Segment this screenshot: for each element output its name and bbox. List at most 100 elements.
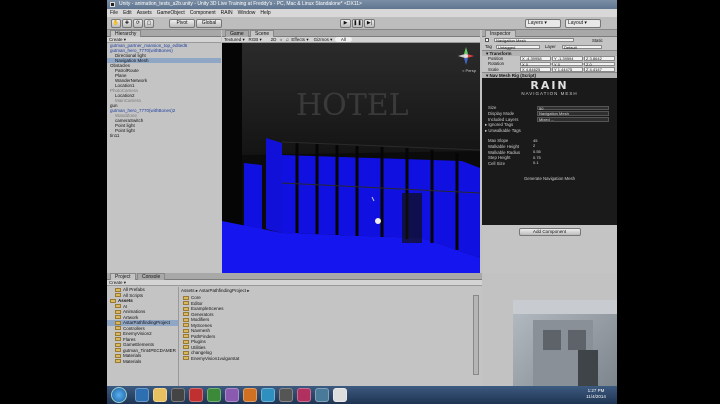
- folder-icon: [115, 359, 121, 363]
- rain-prop-field[interactable]: 50: [537, 105, 609, 111]
- hand-tool-icon[interactable]: ✋: [111, 19, 121, 28]
- app-icon-6[interactable]: [225, 388, 239, 402]
- app-icon-10[interactable]: [297, 388, 311, 402]
- layer-dropdown[interactable]: Default: [562, 44, 602, 50]
- move-tool-icon[interactable]: ✚: [122, 19, 132, 28]
- static-label[interactable]: Static: [592, 37, 603, 44]
- scale-tool-icon[interactable]: ▢: [144, 19, 154, 28]
- project-asset-item[interactable]: EnemyVision1vulgarstat: [183, 356, 473, 362]
- position-z-field[interactable]: Z 3.8642: [584, 56, 615, 61]
- media-icon[interactable]: [189, 388, 203, 402]
- project-tree-item[interactable]: Materials: [107, 359, 178, 365]
- tag-dropdown[interactable]: Untagged: [496, 44, 540, 50]
- persp-label[interactable]: < Persp: [462, 68, 476, 73]
- tab-inspector[interactable]: Inspector: [485, 30, 516, 37]
- hierarchy-panel: Hierarchy Create ▾ gutman_partner_mansio…: [107, 30, 221, 273]
- app-icon-8[interactable]: [261, 388, 275, 402]
- scene-search-input[interactable]: All: [334, 37, 352, 42]
- app-icon-9[interactable]: [279, 388, 293, 402]
- navmesh-rig-title: Nav Mesh Rig (Script): [489, 73, 537, 79]
- window-title: Unity - animation_tests_a2b.unity - Unit…: [119, 1, 362, 7]
- nav-prop-field[interactable]: 45: [532, 139, 572, 144]
- taskbar-clock[interactable]: 1:27 PM 11/4/2014: [579, 388, 613, 400]
- included-layers-dropdown[interactable]: Mixed ...: [537, 117, 609, 122]
- app-icon-11[interactable]: [315, 388, 329, 402]
- rotation-z-field[interactable]: Z 0: [584, 61, 615, 67]
- pause-button[interactable]: ❚❚: [352, 19, 363, 28]
- menu-gameobject[interactable]: GameObject: [157, 10, 185, 16]
- scale-z-field[interactable]: Z 4.4147: [584, 67, 615, 72]
- scale-x-field[interactable]: X 4.84625: [520, 67, 551, 72]
- active-checkbox[interactable]: [485, 38, 489, 42]
- gizmos-dropdown[interactable]: Gizmos: [314, 37, 329, 42]
- lighting-icon[interactable]: ☼: [279, 37, 283, 42]
- layout-dropdown[interactable]: Layout ▾: [565, 19, 601, 28]
- scene-tab-bar: Game Scene: [222, 30, 480, 37]
- rotation-x-field[interactable]: X 0: [520, 61, 551, 67]
- rain-prop-field[interactable]: Navigation Mesh: [537, 111, 609, 117]
- scene-viewport[interactable]: HOTEL < Persp: [222, 43, 480, 273]
- hierarchy-create-button[interactable]: Create: [109, 37, 123, 42]
- webcam-overlay: [513, 300, 617, 386]
- menu-file[interactable]: File: [110, 10, 118, 16]
- nav-prop-field[interactable]: 0.1: [532, 161, 572, 166]
- ie-icon[interactable]: [135, 388, 149, 402]
- tab-project[interactable]: Project: [110, 273, 136, 280]
- object-name-field[interactable]: Navigation Mesh: [494, 37, 574, 43]
- project-scrollbar[interactable]: [473, 295, 479, 375]
- effects-dropdown[interactable]: Effects: [291, 37, 305, 42]
- position-y-field[interactable]: Y -1.39594: [552, 56, 583, 61]
- project-panel: Project Console Create ▾ All Prefabs All …: [107, 273, 482, 386]
- rotation-y-field[interactable]: Y 0: [552, 61, 583, 67]
- folder-icon: [115, 331, 121, 336]
- step-button[interactable]: ▶|: [364, 19, 375, 28]
- rotate-tool-icon[interactable]: ⟳: [133, 19, 143, 28]
- project-asset-label: Modifiers: [191, 317, 210, 322]
- add-component-button[interactable]: Add Component: [518, 228, 581, 237]
- folder-icon: [183, 356, 189, 360]
- layers-dropdown[interactable]: Layers ▾: [525, 19, 561, 28]
- project-breadcrumb[interactable]: Assets ▸ AstarPathfindingProject ▸: [181, 287, 473, 294]
- play-button[interactable]: ▶: [340, 19, 351, 28]
- rotation-label: Rotation: [488, 61, 505, 67]
- scene-panel: Game Scene Textured ▾ RGB ▾ 2D ☼ ♫ Effec…: [222, 30, 480, 273]
- global-toggle[interactable]: Global: [196, 19, 222, 28]
- tab-game[interactable]: Game: [225, 30, 249, 37]
- unity-taskbar-icon[interactable]: [171, 388, 185, 402]
- hierarchy-item[interactable]: tin11: [107, 133, 221, 138]
- menu-component[interactable]: Component: [190, 10, 216, 16]
- shading-dropdown[interactable]: Textured: [224, 37, 241, 42]
- title-bar: Unity - animation_tests_a2b.unity - Unit…: [107, 0, 617, 9]
- project-create-button[interactable]: Create: [109, 280, 123, 285]
- menu-rain[interactable]: RAIN: [221, 10, 233, 16]
- tab-console[interactable]: Console: [136, 273, 166, 280]
- tag-layer-row: Tag Untagged Layer Default: [482, 44, 617, 50]
- rgb-dropdown[interactable]: RGB: [249, 37, 259, 42]
- mode-2d-toggle[interactable]: 2D: [271, 37, 277, 42]
- hierarchy-list: gutman_partner_mansion_top_edited6 gutman…: [107, 43, 221, 138]
- scene-gizmo-icon[interactable]: [456, 45, 476, 67]
- app-icon-12[interactable]: [333, 388, 347, 402]
- scale-y-field[interactable]: Y 1.44475: [552, 67, 583, 72]
- position-x-field[interactable]: X -4.39958: [520, 56, 551, 61]
- menu-window[interactable]: Window: [238, 10, 256, 16]
- start-button[interactable]: [111, 387, 127, 403]
- pivot-toggle[interactable]: Pivot: [169, 19, 195, 28]
- menu-edit[interactable]: Edit: [123, 10, 132, 16]
- explorer-icon[interactable]: [153, 388, 167, 402]
- folder-icon: [115, 315, 121, 319]
- audio-icon[interactable]: ♫: [285, 37, 288, 42]
- nav-prop-field[interactable]: 0.55: [532, 150, 572, 155]
- unwalkable-tags-row[interactable]: ▸ Unwalkable Tags: [482, 128, 617, 134]
- webcam-image: [513, 300, 617, 386]
- app-icon-5[interactable]: [207, 388, 221, 402]
- tab-hierarchy[interactable]: Hierarchy: [110, 30, 142, 37]
- generate-navmesh-button[interactable]: Generate Navigation Mesh: [482, 176, 617, 181]
- tab-scene[interactable]: Scene: [250, 30, 275, 37]
- project-asset-label: changelog: [191, 350, 212, 355]
- menu-assets[interactable]: Assets: [137, 10, 152, 16]
- unity-app-icon: [110, 2, 115, 7]
- project-tree-label: Materials: [123, 353, 142, 358]
- app-icon-7[interactable]: [243, 388, 257, 402]
- menu-help[interactable]: Help: [260, 10, 270, 16]
